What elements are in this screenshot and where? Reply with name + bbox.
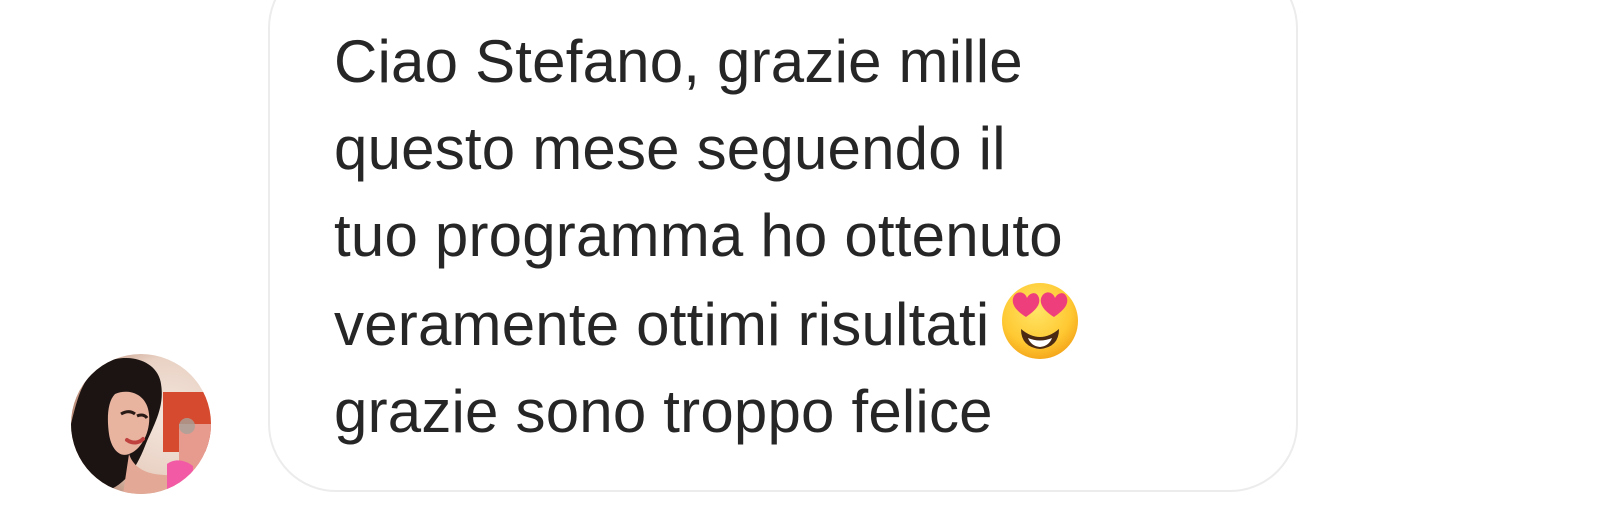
avatar-image bbox=[71, 354, 211, 494]
message-line: veramente ottimi risultati bbox=[334, 279, 1264, 368]
message-line: grazie sono troppo felice bbox=[334, 378, 993, 445]
sender-avatar[interactable] bbox=[71, 354, 211, 494]
message-line: tuo programma ho ottenuto bbox=[334, 202, 1063, 269]
message-text: Ciao Stefano, grazie mille questo mese s… bbox=[334, 18, 1264, 455]
heart-eyes-emoji-icon bbox=[999, 279, 1081, 361]
message-line: questo mese seguendo il bbox=[334, 115, 1006, 182]
message-line-text: veramente ottimi risultati bbox=[334, 291, 990, 358]
chat-message-area: Ciao Stefano, grazie mille questo mese s… bbox=[0, 0, 1600, 523]
message-line: Ciao Stefano, grazie mille bbox=[334, 28, 1023, 95]
